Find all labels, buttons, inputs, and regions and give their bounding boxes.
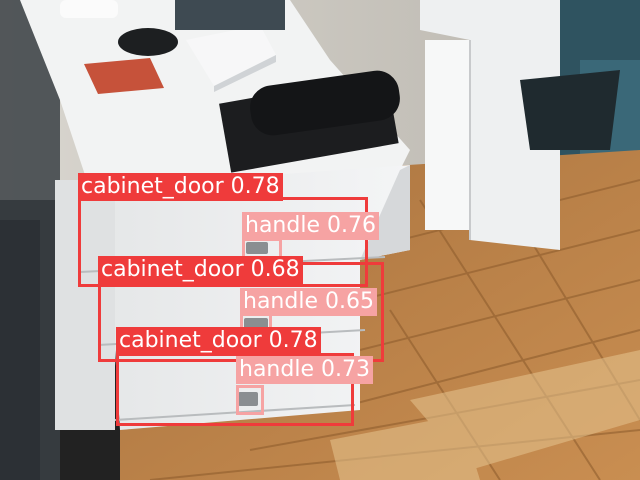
cabinet-door-detection-2-label: cabinet_door 0.68	[98, 256, 303, 284]
dark-bin	[520, 70, 620, 150]
detection-photo: cabinet_door 0.78 handle 0.76 cabinet_door…	[0, 0, 640, 480]
handle-detection-1-label: handle 0.76	[242, 212, 379, 240]
coaster	[118, 28, 178, 56]
white-cup	[60, 0, 118, 18]
cabinet-door-detection-3-label: cabinet_door 0.78	[116, 327, 321, 355]
handle-detection-3-label: handle 0.73	[236, 356, 373, 384]
handle-detection-2-label: handle 0.65	[240, 288, 377, 316]
cabinet-door-detection-1-label: cabinet_door 0.78	[78, 173, 283, 201]
handle-detection-3-box	[236, 385, 264, 415]
red-booklet	[84, 58, 164, 94]
